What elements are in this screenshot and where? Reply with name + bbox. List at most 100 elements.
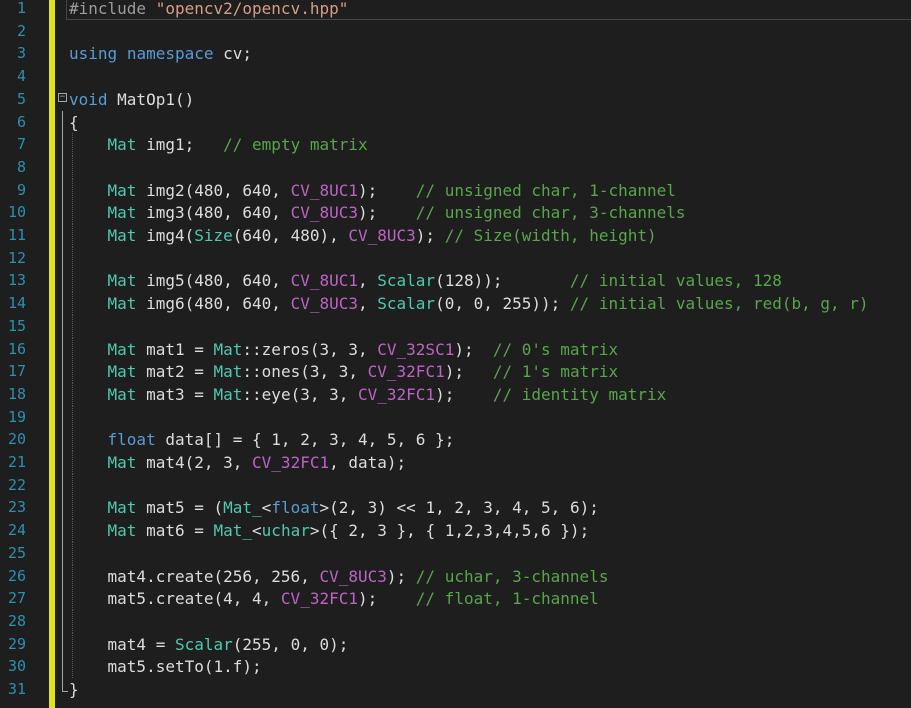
code-line[interactable]: 11 Mat img4(Size(640, 480), CV_8UC3); //…: [0, 224, 911, 247]
code-line[interactable]: 30 mat5.setTo(1.f);: [0, 655, 911, 679]
line-number: 3: [16, 44, 26, 63]
code-token: ,: [358, 294, 378, 314]
line-number: 18: [7, 384, 26, 403]
outline-end: [62, 678, 68, 692]
line-number: 23: [7, 498, 26, 517]
outline-bar: [62, 496, 63, 520]
code-line[interactable]: 28: [0, 609, 911, 633]
line-number: 27: [7, 589, 26, 608]
code-line[interactable]: 25: [0, 541, 911, 565]
code-token: Scalar: [377, 294, 436, 314]
code-token: CV_8UC3: [319, 566, 387, 586]
code-token: <: [252, 521, 262, 541]
code-line[interactable]: 5 − void MatOp1(): [0, 88, 911, 111]
code-line[interactable]: 17 Mat mat2 = Mat::ones(3, 3, CV_32FC1);…: [0, 360, 911, 384]
code-line[interactable]: 31}: [0, 678, 911, 701]
code-line[interactable]: 2: [0, 20, 911, 43]
line-number: 29: [7, 634, 26, 653]
line-number: 21: [7, 453, 26, 471]
code-token: CV_8UC1: [290, 271, 358, 291]
line-number: 11: [7, 226, 26, 244]
code-line[interactable]: 10 Mat img3(480, 640, CV_8UC3); // unsig…: [0, 201, 911, 225]
code-line[interactable]: 29 mat4 = Scalar(255, 0, 0);: [0, 632, 911, 656]
code-text: Mat img4(Size(640, 480), CV_8UC3); // Si…: [69, 224, 657, 247]
code-line[interactable]: 16 Mat mat1 = Mat::zeros(3, 3, CV_32SC1)…: [0, 337, 911, 361]
code-token: Mat: [107, 180, 137, 200]
code-token: );: [358, 180, 416, 200]
code-text: Mat img3(480, 640, CV_8UC3); // unsigned…: [69, 201, 686, 224]
code-line[interactable]: 13 Mat img5(480, 640, CV_8UC1, Scalar(12…: [0, 269, 911, 293]
code-line[interactable]: 22: [0, 473, 911, 497]
code-line[interactable]: 9 Mat img2(480, 640, CV_8UC1); // unsign…: [0, 178, 911, 202]
code-line[interactable]: 15: [0, 314, 911, 338]
outline-bar: [62, 609, 63, 633]
code-text: mat4.create(256, 256, CV_8UC3); // uchar…: [69, 565, 609, 588]
code-text: Mat mat5 = (Mat_<float>(2, 3) << 1, 2, 3…: [69, 496, 599, 519]
code-line[interactable]: 12: [0, 246, 911, 270]
code-text: Mat img5(480, 640, CV_8UC1, Scalar(128))…: [69, 269, 782, 292]
code-text: void MatOp1(): [69, 88, 194, 111]
line-number: 9: [16, 180, 26, 199]
outline-bar: [62, 587, 63, 611]
code-line[interactable]: 26 mat4.create(256, 256, CV_8UC3); // uc…: [0, 564, 911, 588]
code-token: Mat: [107, 362, 137, 382]
line-number: 20: [7, 430, 26, 449]
minus-box-icon[interactable]: −: [58, 92, 67, 102]
code-text: mat4 = Scalar(255, 0, 0);: [69, 633, 349, 656]
code-text: #include "opencv2/opencv.hpp": [69, 0, 348, 20]
code-line[interactable]: 3 using namespace cv;: [0, 42, 911, 65]
code-token: img5(480, 640,: [136, 271, 291, 291]
line-number: 28: [7, 611, 26, 630]
code-line[interactable]: 18 Mat mat3 = Mat::eye(3, 3, CV_32FC1); …: [0, 382, 911, 406]
code-token: mat3 =: [136, 384, 214, 404]
outline-bar: [62, 405, 63, 429]
code-token: MatOp1(): [107, 89, 195, 109]
code-token: mat2 =: [136, 362, 214, 382]
line-number: 25: [7, 543, 26, 562]
code-line[interactable]: 1 #include "opencv2/opencv.hpp": [0, 0, 911, 20]
code-line[interactable]: 27 mat5.create(4, 4, CV_32FC1); // float…: [0, 587, 911, 611]
code-line[interactable]: 20 float data[] = { 1, 2, 3, 4, 5, 6 };: [0, 428, 911, 452]
code-token: // unsigned char, 1-channel: [415, 180, 676, 200]
code-text: Mat mat3 = Mat::eye(3, 3, CV_32FC1); // …: [69, 383, 667, 406]
outline-bar: [62, 655, 63, 679]
code-line[interactable]: 19: [0, 405, 911, 429]
code-token: CV_32FC1: [280, 589, 358, 609]
code-line[interactable]: 6{: [0, 110, 911, 134]
line-number: 26: [7, 566, 26, 585]
code-line[interactable]: 4: [0, 65, 911, 88]
code-line[interactable]: 14 Mat img6(480, 640, CV_8UC3, Scalar(0,…: [0, 292, 911, 316]
code-token: using: [69, 44, 118, 64]
line-number: 2: [16, 21, 26, 40]
code-token: CV_32FC1: [358, 384, 436, 404]
code-token: );: [444, 362, 493, 382]
line-number: 16: [7, 339, 26, 358]
code-token: // 1's matrix: [492, 362, 619, 382]
code-line[interactable]: 7 Mat img1; // empty matrix: [0, 133, 911, 157]
indent-guide: [72, 314, 73, 338]
code-token: img2(480, 640,: [136, 180, 291, 200]
code-token: uchar: [261, 521, 310, 541]
code-token: );: [357, 589, 416, 609]
code-line[interactable]: 24 Mat mat6 = Mat_<uchar>({ 2, 3 }, { 1,…: [0, 519, 911, 543]
code-line[interactable]: 8: [0, 155, 911, 179]
code-token: Mat: [107, 226, 137, 245]
code-line[interactable]: 21 Mat mat4(2, 3, CV_32FC1, data);: [0, 451, 911, 474]
code-token: mat5.setTo(1.f);: [69, 657, 262, 677]
code-token: mat6 =: [136, 521, 214, 541]
code-text: Mat img2(480, 640, CV_8UC1); // unsigned…: [69, 179, 676, 202]
code-line[interactable]: 23 Mat mat5 = (Mat_<float>(2, 3) << 1, 2…: [0, 496, 911, 520]
code-editor[interactable]: 1 #include "opencv2/opencv.hpp" 2 3 using na…: [0, 0, 911, 708]
code-token: mat1 =: [136, 339, 214, 359]
line-number: 30: [7, 657, 26, 676]
code-token: // uchar, 3-channels: [415, 566, 609, 586]
code-text: Mat mat6 = Mat_<uchar>({ 2, 3 }, { 1,2,3…: [69, 519, 590, 542]
outline-bar: [62, 155, 63, 179]
code-token: "opencv2/opencv.hpp": [155, 0, 349, 18]
